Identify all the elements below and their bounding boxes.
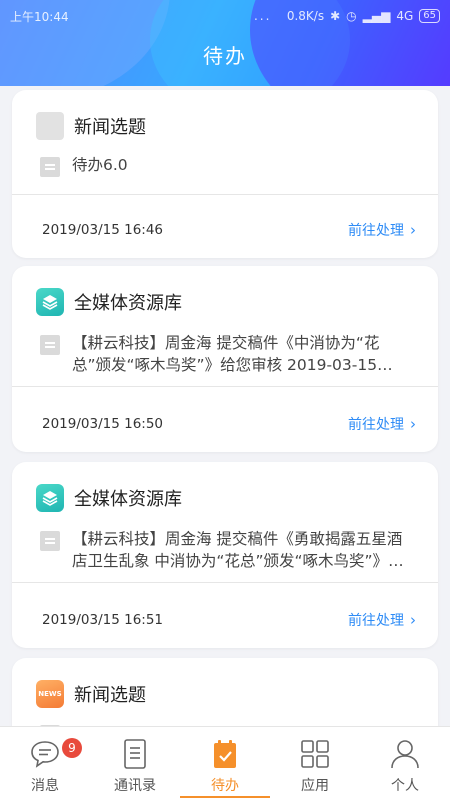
tab-label: 待办 [211, 778, 239, 794]
go-handle-label: 前往处理 [348, 613, 404, 629]
network-type: 4G [396, 9, 414, 23]
card-time: 2019/03/15 16:46 [42, 222, 164, 238]
todo-calendar-icon [208, 737, 242, 771]
bottom-tab-bar: 9 消息 通讯录 待办 应用 个人 [0, 726, 450, 800]
card-app-name: 新闻选题 [74, 117, 146, 138]
page-title: 待办 [203, 44, 247, 68]
header: 上午10:44 ... 0.8K/s ✱ ◷ ▂▄▆ 4G 65 待办 [0, 0, 450, 86]
unread-badge: 9 [62, 738, 82, 758]
person-icon [388, 737, 422, 771]
todo-card[interactable]: 全媒体资源库 【耕云科技】周金海 提交稿件《勇敢揭露五星酒店卫生乱象 中消协为“… [12, 462, 438, 648]
go-handle-link[interactable]: 前往处理 › [348, 414, 416, 434]
todo-card[interactable]: NEWS 新闻选题 [12, 658, 438, 726]
card-message: 【耕云科技】周金海 提交稿件《中消协为“花总”颁发“啄木鸟奖”》给您审核 201… [72, 334, 380, 374]
chevron-right-icon: › [410, 221, 416, 239]
tab-label: 通讯录 [114, 778, 156, 794]
chevron-right-icon: › [410, 415, 416, 433]
alarm-icon: ◷ [346, 9, 357, 23]
todo-list[interactable]: 新闻选题 待办6.0 2019/03/15 16:46 前往处理 › 全媒体资源… [0, 86, 450, 726]
app-placeholder-icon [36, 112, 64, 140]
tab-label: 消息 [31, 778, 59, 794]
tab-contacts[interactable]: 通讯录 [90, 727, 180, 800]
todo-card[interactable]: 全媒体资源库 【耕云科技】周金海 提交稿件《中消协为“花总”颁发“啄木鸟奖”》给… [12, 266, 438, 452]
go-handle-label: 前往处理 [348, 417, 404, 433]
card-app-name: 全媒体资源库 [74, 489, 182, 510]
contacts-book-icon [118, 737, 152, 771]
card-message: 【耕云科技】周金海 提交稿件《勇敢揭露五星酒店卫生乱象 中消协为“花总”颁发“啄… [72, 530, 404, 570]
tab-messages[interactable]: 9 消息 [0, 727, 90, 800]
layers-icon [36, 484, 64, 512]
battery-icon: 65 [419, 9, 440, 23]
bluetooth-icon: ✱ [330, 9, 341, 23]
tab-profile[interactable]: 个人 [360, 727, 450, 800]
signal-icon: ▂▄▆ [362, 9, 391, 23]
card-message: 待办6.0 [72, 156, 128, 174]
status-dots: ... [253, 9, 272, 23]
go-handle-link[interactable]: 前往处理 › [348, 220, 416, 240]
network-speed: 0.8K/s [286, 9, 325, 23]
divider [12, 582, 438, 583]
go-handle-link[interactable]: 前往处理 › [348, 610, 416, 630]
layers-icon [36, 288, 64, 316]
apps-grid-icon [298, 737, 332, 771]
todo-card[interactable]: 新闻选题 待办6.0 2019/03/15 16:46 前往处理 › [12, 90, 438, 258]
tab-label: 个人 [391, 778, 419, 794]
go-handle-label: 前往处理 [348, 223, 404, 239]
news-icon: NEWS [36, 680, 64, 708]
tab-todo[interactable]: 待办 [180, 727, 270, 800]
card-time: 2019/03/15 16:51 [42, 612, 164, 628]
status-time: 上午10:44 [10, 9, 69, 24]
card-app-name: 新闻选题 [74, 685, 146, 706]
status-bar: 上午10:44 ... 0.8K/s ✱ ◷ ▂▄▆ 4G 65 [0, 0, 450, 32]
card-time: 2019/03/15 16:50 [42, 416, 164, 432]
divider [12, 194, 438, 195]
document-icon [40, 157, 60, 177]
tab-apps[interactable]: 应用 [270, 727, 360, 800]
chat-bubble-icon [28, 737, 62, 771]
tab-label: 应用 [301, 778, 329, 794]
chevron-right-icon: › [410, 611, 416, 629]
divider [12, 386, 438, 387]
document-icon [40, 335, 60, 355]
document-icon [40, 531, 60, 551]
card-app-name: 全媒体资源库 [74, 293, 182, 314]
